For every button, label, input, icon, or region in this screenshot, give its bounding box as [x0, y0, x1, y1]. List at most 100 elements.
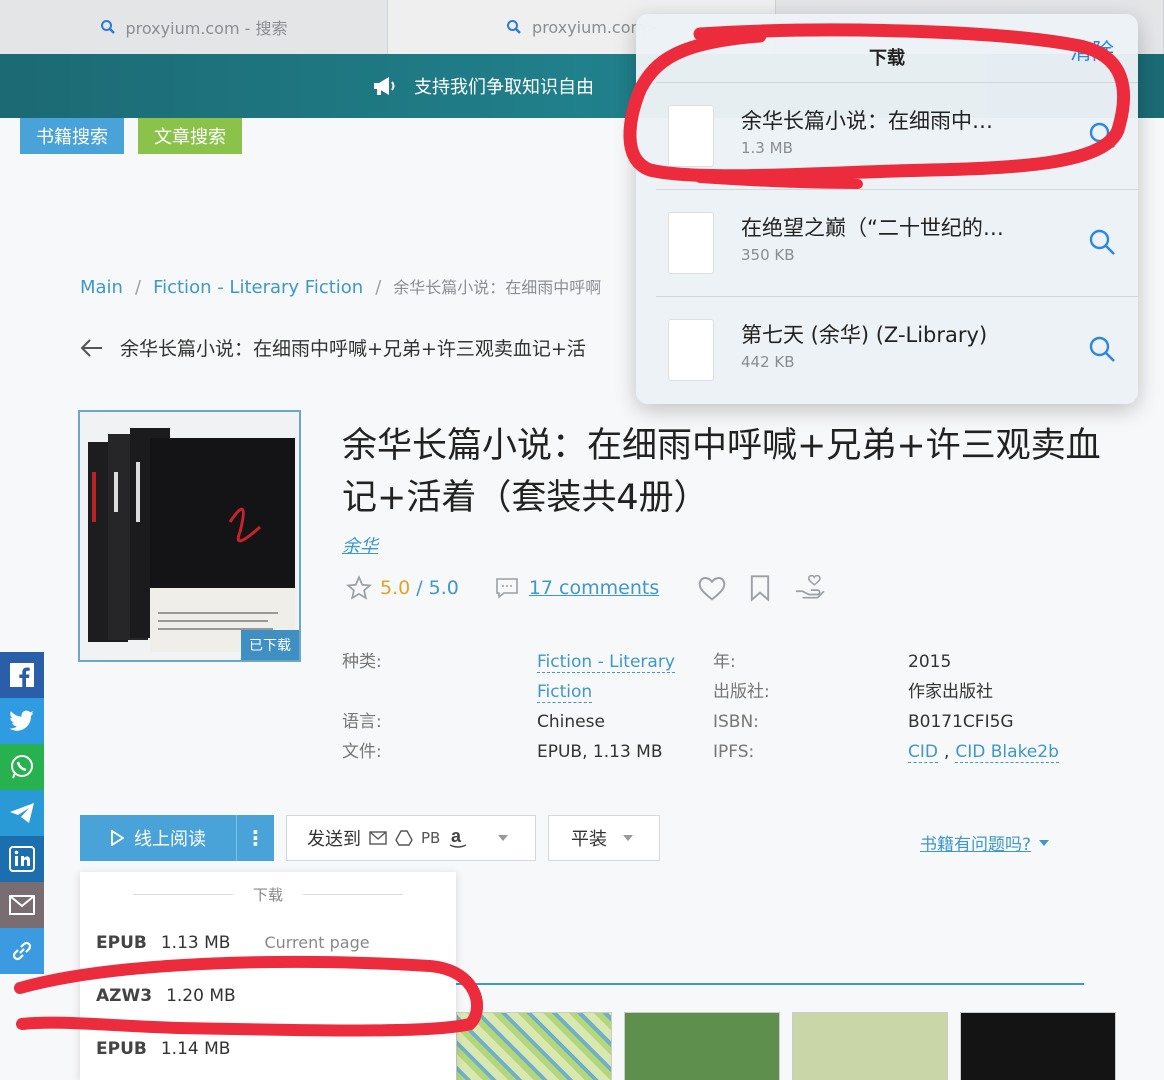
ipfs-blake-link[interactable]: CID Blake2b — [955, 742, 1059, 763]
download-option[interactable]: AZW3 1.20 MB — [80, 969, 456, 1022]
banner-text: 支持我们争取知识自由 — [414, 77, 594, 98]
book-cover[interactable]: 已下载 — [78, 410, 301, 662]
breadcrumb-separator: / — [134, 277, 142, 298]
chevron-down-icon — [498, 835, 509, 841]
comments-link[interactable]: 17 comments — [495, 577, 659, 599]
browser-tab-1[interactable]: proxyium.com - 搜索 — [0, 0, 388, 54]
arrow-left-icon[interactable] — [80, 338, 104, 358]
back-title: 余华长篇小说：在细雨中呼喊+兄弟+许三观卖血记+活 — [120, 338, 586, 360]
download-item-size: 1.3 MB — [741, 139, 793, 157]
facebook-icon[interactable] — [0, 652, 44, 698]
twitter-icon[interactable] — [0, 698, 44, 744]
meta-publisher-value: 作家出版社 — [908, 682, 993, 702]
related-book-thumb[interactable] — [960, 1012, 1116, 1080]
meta-file-label: 文件: — [342, 742, 382, 762]
tab-article-search[interactable]: 文章搜索 — [138, 118, 242, 154]
meta-labels-left: 种类: 语言: 文件: — [342, 647, 382, 767]
send-to-label: 发送到 — [307, 829, 361, 850]
clear-downloads-button[interactable]: 清除 — [1070, 34, 1114, 66]
browser-downloads-popover: 下载 清除 余华长篇小说：在细雨中… 1.3 MB 在绝望之巅（“二十世纪的… … — [636, 14, 1138, 404]
download-format: EPUB — [96, 932, 147, 953]
pocketbook-label: PB — [421, 829, 441, 847]
download-option[interactable]: EPUB 1.14 MB — [80, 1022, 456, 1075]
meta-language-value: Chinese — [537, 712, 605, 732]
report-problem-link[interactable]: 书籍有问题吗? — [920, 830, 1050, 855]
download-item[interactable]: 第七天 (余华) (Z-Library) 442 KB — [656, 296, 1138, 402]
download-item[interactable]: 余华长篇小说：在细雨中… 1.3 MB — [656, 82, 1138, 188]
breadcrumb-current: 余华长篇小说：在细雨中呼啊 — [393, 278, 602, 297]
rating-score: 5.0 — [380, 577, 411, 599]
download-menu-title: 下载 — [252, 885, 283, 904]
back-title-row: 余华长篇小说：在细雨中呼喊+兄弟+许三观卖血记+活 — [80, 334, 586, 361]
comment-icon — [496, 578, 518, 599]
meta-file-value: EPUB, 1.13 MB — [537, 742, 663, 762]
book-title: 余华长篇小说：在细雨中呼喊+兄弟+许三观卖血记+活着（套装共4册） — [342, 426, 1101, 518]
report-problem-label: 书籍有问题吗? — [920, 835, 1032, 855]
read-online-button[interactable]: 线上阅读 — [80, 825, 236, 851]
meta-category-value-cont[interactable]: Fiction — [537, 682, 593, 703]
download-item[interactable]: 在绝望之巅（“二十世纪的… 350 KB — [656, 189, 1138, 295]
downloads-title: 下载 — [869, 48, 905, 69]
link-icon[interactable] — [0, 928, 44, 974]
tab-book-search[interactable]: 书籍搜索 — [20, 118, 124, 154]
book-cover-image — [80, 412, 299, 660]
star-icon[interactable] — [346, 575, 372, 601]
linkedin-icon[interactable] — [0, 836, 44, 882]
read-online-label: 线上阅读 — [134, 829, 206, 850]
download-format: AZW3 — [96, 985, 153, 1006]
telegram-icon[interactable] — [0, 790, 44, 836]
download-item-size: 350 KB — [741, 246, 795, 264]
meta-year-value: 2015 — [908, 652, 952, 672]
download-size: 1.20 MB — [166, 985, 236, 1006]
email-icon — [369, 831, 387, 845]
search-type-tabs: 书籍搜索 文章搜索 — [20, 118, 242, 154]
meta-ipfs-label: IPFS: — [713, 742, 755, 762]
more-options-button[interactable]: ⋮ — [236, 815, 274, 861]
meta-isbn-label: ISBN: — [713, 712, 759, 732]
file-icon — [668, 105, 714, 167]
divider — [132, 893, 233, 895]
meta-values-left: Fiction - Literary Fiction Chinese EPUB,… — [537, 647, 675, 767]
breadcrumb-main[interactable]: Main — [80, 277, 123, 298]
download-item-size: 442 KB — [741, 353, 795, 371]
play-icon — [111, 830, 124, 846]
read-online-button-group: 线上阅读 ⋮ — [80, 815, 274, 861]
download-item-name: 余华长篇小说：在细雨中… — [741, 109, 993, 133]
related-book-thumb[interactable] — [456, 1012, 612, 1080]
divider — [303, 893, 403, 895]
download-item-name: 第七天 (余华) (Z-Library) — [741, 323, 988, 347]
search-icon — [507, 20, 521, 34]
download-format-menu: 下载 EPUB 1.13 MB Current page AZW3 1.20 M… — [80, 872, 456, 1080]
amazon-icon: a — [450, 827, 467, 848]
search-icon[interactable] — [1088, 121, 1116, 149]
download-format: EPUB — [96, 1038, 147, 1059]
breadcrumb-category[interactable]: Fiction - Literary Fiction — [153, 277, 363, 298]
download-note: Current page — [264, 933, 370, 952]
ipfs-cid-link[interactable]: CID — [908, 742, 938, 763]
whatsapp-icon[interactable] — [0, 744, 44, 790]
download-size: 1.13 MB — [160, 932, 231, 953]
search-icon[interactable] — [1088, 228, 1116, 256]
section-divider — [456, 983, 1084, 985]
meta-publisher-label: 出版社: — [713, 682, 770, 702]
breadcrumb-separator: / — [375, 277, 382, 298]
google-drive-icon — [395, 830, 413, 846]
bookmark-icon[interactable] — [749, 574, 771, 602]
related-book-thumb[interactable] — [624, 1012, 780, 1080]
file-icon — [668, 212, 714, 274]
download-option[interactable]: EPUB 1.13 MB Current page — [80, 916, 456, 969]
book-author[interactable]: 余华 — [342, 532, 378, 558]
format-select[interactable]: 平装 — [548, 815, 660, 861]
heart-icon[interactable] — [697, 574, 727, 602]
download-size: 1.14 MB — [160, 1038, 231, 1059]
meta-isbn-value: B0171CFI5G — [908, 712, 1014, 732]
search-icon[interactable] — [1088, 335, 1116, 363]
meta-category-value[interactable]: Fiction - Literary — [537, 652, 675, 673]
donate-hand-icon[interactable] — [793, 574, 827, 602]
chevron-down-icon — [1039, 839, 1050, 846]
browser-tab-label: proxyium.com - 搜索 — [125, 19, 288, 38]
download-menu-header: 下载 — [80, 872, 456, 916]
email-icon[interactable] — [0, 882, 44, 928]
related-book-thumb[interactable] — [792, 1012, 948, 1080]
send-to-button[interactable]: 发送到 PB a — [286, 815, 536, 861]
